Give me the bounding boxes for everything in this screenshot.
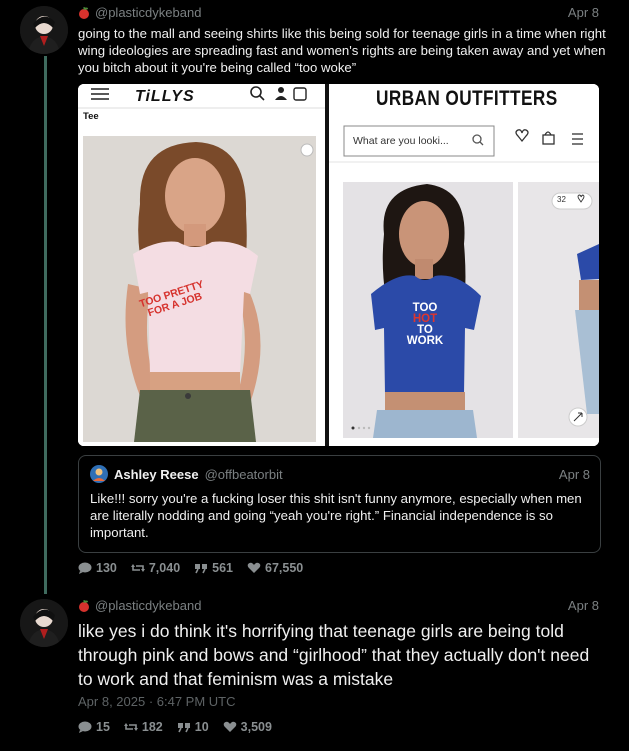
quote-header: Ashley Reese @offbeatorbit <box>90 465 283 483</box>
comment-icon <box>78 721 92 733</box>
reply-count: 130 <box>96 561 117 575</box>
quote-icon <box>177 723 190 733</box>
quote-count: 561 <box>212 561 233 575</box>
post-stats: 15 182 10 3,509 <box>78 720 272 734</box>
retweet-icon <box>130 564 145 572</box>
author-handle[interactable]: @plasticdykeband <box>95 5 201 20</box>
retweet-count: 182 <box>141 720 163 734</box>
tillys-screenshot: Tee TiLLYS TOO PRETTY FOR A JOB <box>78 84 325 446</box>
urban-outfitters-logo: URBAN OUTFITTERS <box>376 87 558 110</box>
retweet-icon <box>123 723 138 731</box>
post-header: @plasticdykeband <box>78 598 201 613</box>
like-button[interactable]: 67,550 <box>247 561 303 575</box>
quote-count: 10 <box>194 720 209 734</box>
urban-outfitters-screenshot: URBAN OUTFITTERS What are you looki... 3… <box>329 84 599 446</box>
post-date[interactable]: Apr 8 <box>568 598 599 613</box>
quote-icon <box>195 564 208 574</box>
quote-button[interactable]: 561 <box>194 561 233 575</box>
quote-text: Like!!! sorry you're a fucking loser thi… <box>90 491 582 540</box>
post-timestamp[interactable]: Apr 8, 2025 · 6:47 PM UTC <box>78 694 236 709</box>
avatar[interactable] <box>20 599 68 647</box>
post-date[interactable]: Apr 8 <box>568 5 599 20</box>
post-text: going to the mall and seeing shirts like… <box>78 26 606 75</box>
quote-author-name[interactable]: Ashley Reese <box>114 467 199 482</box>
attached-image[interactable]: Tee TiLLYS TOO PRETTY FOR A JOB URBAN OU… <box>78 84 599 446</box>
comment-icon <box>78 562 92 574</box>
product-label: Tee <box>83 111 99 122</box>
quote-avatar[interactable] <box>90 465 108 483</box>
quote-date[interactable]: Apr 8 <box>559 467 590 482</box>
post-text: like yes i do think it's horrifying that… <box>78 621 590 689</box>
like-button[interactable]: 3,509 <box>223 720 272 734</box>
like-count: 32 <box>557 195 566 204</box>
quote-author-handle[interactable]: @offbeatorbit <box>205 467 283 482</box>
heart-icon <box>223 721 236 732</box>
like-count: 3,509 <box>240 720 272 734</box>
thread-line <box>44 56 47 594</box>
author-handle[interactable]: @plasticdykeband <box>95 598 201 613</box>
post-stats: 130 7,040 561 67,550 <box>78 561 303 575</box>
retweet-button[interactable]: 182 <box>123 720 163 734</box>
search-input: What are you looki... <box>353 135 449 147</box>
reply-button[interactable]: 15 <box>78 720 110 734</box>
apple-icon <box>79 600 89 612</box>
retweet-button[interactable]: 7,040 <box>130 561 181 575</box>
heart-icon <box>247 562 261 573</box>
like-count: 67,550 <box>265 561 304 575</box>
quote-button[interactable]: 10 <box>177 720 209 734</box>
reply-count: 15 <box>96 720 110 734</box>
post-header: @plasticdykeband <box>78 5 201 20</box>
retweet-count: 7,040 <box>148 561 181 575</box>
apple-icon <box>79 7 89 19</box>
shirt-print: TOO HOT TO WORK <box>406 302 444 347</box>
avatar[interactable] <box>20 6 68 54</box>
tillys-logo: TiLLYS <box>135 88 195 105</box>
quoted-post[interactable]: Ashley Reese @offbeatorbit Apr 8 Like!!!… <box>78 455 601 553</box>
reply-button[interactable]: 130 <box>78 561 117 575</box>
